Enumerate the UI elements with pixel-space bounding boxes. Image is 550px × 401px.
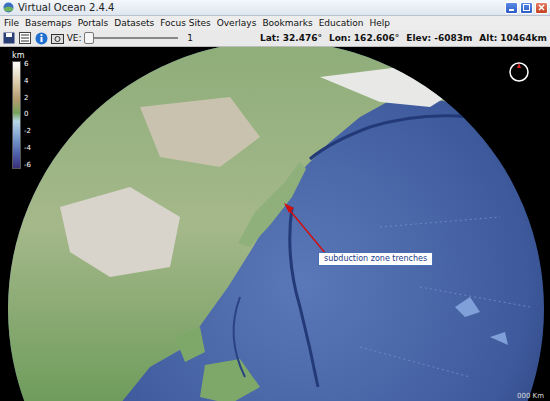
readout-value: 10464km — [500, 33, 547, 43]
menu-bar: File Basemaps Portals Datasets Focus Sites Ov… — [0, 16, 550, 30]
annotation-label: subduction zone trenches — [318, 252, 433, 266]
menu-item[interactable]: Portals — [78, 18, 109, 28]
globe-view[interactable]: km6 4 2 0 -2 -4 -6 subduction zone trenches 000 … — [0, 47, 550, 401]
readout-item: Elev:-6083m — [406, 33, 472, 43]
close-button[interactable] — [535, 2, 548, 14]
minimize-icon — [508, 4, 515, 11]
elevation-legend: km6 4 2 0 -2 -4 -6 — [12, 51, 31, 169]
maximize-icon — [523, 4, 530, 11]
readout-value: 32.476° — [283, 33, 322, 43]
readout-label: Lat: — [260, 33, 280, 43]
toolbar: VE: 1 Lat:32.476° Lon:162.606° Elev:-6083m Al… — [0, 30, 550, 47]
title-bar: Virtual Ocean 2.4.4 — [0, 0, 550, 16]
menu-item[interactable]: Overlays — [217, 18, 257, 28]
readout-label: Lon: — [329, 33, 351, 43]
ve-value: 1 — [187, 33, 193, 43]
position-readout: Lat:32.476° Lon:162.606° Elev:-6083m Alt:10… — [260, 33, 547, 43]
camera-icon — [51, 32, 64, 44]
layers-button[interactable] — [19, 31, 32, 45]
menu-item[interactable]: Focus Sites — [160, 18, 211, 28]
ve-slider-thumb[interactable] — [84, 32, 94, 44]
menu-item[interactable]: Help — [370, 18, 391, 28]
ve-slider[interactable] — [89, 37, 179, 39]
readout-item: Alt:10464km — [479, 33, 547, 43]
legend-tick: 4 — [24, 78, 31, 85]
app-window: Virtual Ocean 2.4.4 File Basemaps Portals Da… — [0, 0, 550, 401]
ve-label: VE: — [67, 33, 82, 43]
info-button[interactable] — [35, 31, 48, 45]
menu-item[interactable]: Basemaps — [25, 18, 72, 28]
compass-icon — [508, 61, 530, 83]
readout-item: Lon:162.606° — [329, 33, 399, 43]
legend-tick: 0 — [24, 111, 31, 118]
minimize-button[interactable] — [505, 2, 518, 14]
readout-value: -6083m — [434, 33, 472, 43]
window-title: Virtual Ocean 2.4.4 — [18, 2, 501, 13]
menu-item[interactable]: File — [4, 18, 19, 28]
app-logo-icon — [3, 2, 14, 13]
legend-tick: 6 — [24, 61, 31, 68]
legend-unit: km — [12, 51, 31, 60]
legend-tick: 2 — [24, 95, 31, 102]
readout-label: Alt: — [479, 33, 497, 43]
readout-value: 162.606° — [354, 33, 400, 43]
legend-tick: -2 — [24, 128, 31, 135]
save-button[interactable] — [3, 31, 16, 45]
readout-item: Lat:32.476° — [260, 33, 322, 43]
close-icon — [538, 4, 545, 11]
reset-view-button[interactable] — [51, 31, 64, 45]
info-icon — [35, 32, 48, 45]
legend-tick: -4 — [24, 145, 31, 152]
compass[interactable] — [508, 61, 530, 83]
menu-item[interactable]: Bookmarks — [262, 18, 312, 28]
readout-label: Elev: — [406, 33, 431, 43]
maximize-button[interactable] — [520, 2, 533, 14]
list-icon — [19, 32, 31, 44]
save-icon — [3, 32, 15, 44]
globe-icon — [0, 47, 550, 401]
legend-tick: -6 — [24, 162, 31, 169]
scale-bar-label: 000 Km — [517, 392, 544, 400]
legend-colorbar — [12, 61, 21, 169]
menu-item[interactable]: Education — [319, 18, 364, 28]
menu-item[interactable]: Datasets — [114, 18, 154, 28]
